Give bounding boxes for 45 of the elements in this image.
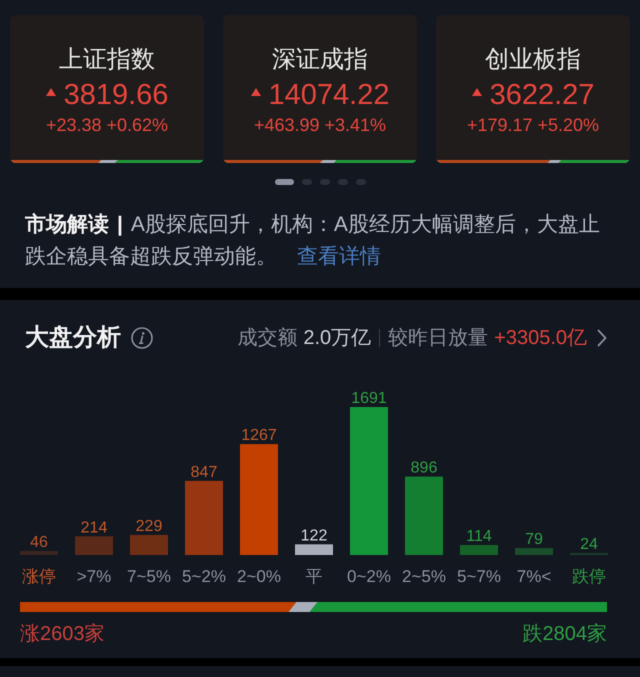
value-label: 1691 <box>351 390 387 407</box>
category-label: 0~2% <box>347 567 391 586</box>
market-commentary: 市场解读 | A股探底回升，机构：A股经历大幅调整后，大盘止跌企稳具备超跌反弹动能。 查看详情 <box>25 212 601 270</box>
value-label: 847 <box>190 464 218 481</box>
index-card[interactable]: 深证成指 14074.22 +463.99 +3.41% <box>223 15 417 163</box>
section-title: 大盘分析 <box>25 323 121 353</box>
value-label: 214 <box>80 519 108 536</box>
value-label: 24 <box>580 536 598 553</box>
index-change: +179.17 +5.20% <box>466 114 600 136</box>
category-label: 涨停 <box>22 567 56 586</box>
volume-label: 较昨日放量 <box>388 326 488 351</box>
turnover-value: 2.0万亿 <box>303 326 372 351</box>
info-icon[interactable] <box>131 327 153 349</box>
value-label: 229 <box>136 518 162 535</box>
index-value: 3622.27 <box>490 78 594 113</box>
value-label: 79 <box>525 531 543 548</box>
index-value: 14074.22 <box>268 78 390 113</box>
value-label: 896 <box>410 460 438 477</box>
index-card[interactable]: 上证指数 3819.66 +23.38 +0.62% <box>10 15 204 163</box>
turnover-label: 成交额 <box>237 326 298 351</box>
index-name: 上证指数 <box>59 45 155 75</box>
value-label: 114 <box>466 528 492 546</box>
category-label: >7% <box>76 567 112 586</box>
index-name: 深证成指 <box>272 45 368 75</box>
category-label: 平 <box>306 567 322 586</box>
value-label: 1267 <box>241 427 277 444</box>
chevron-right-icon[interactable] <box>597 329 607 347</box>
category-label: 2~5% <box>402 567 446 586</box>
falling-count: 跌2804家 <box>522 622 607 647</box>
value-label: 46 <box>30 534 48 551</box>
index-change: +23.38 +0.62% <box>46 114 168 136</box>
rising-count: 涨2603家 <box>20 622 104 647</box>
category-label: 5~2% <box>182 567 226 586</box>
category-label: 跌停 <box>572 567 606 586</box>
details-link[interactable]: 查看详情 <box>297 245 381 268</box>
category-label: 2~0% <box>237 567 281 586</box>
category-label: 5~7% <box>457 567 501 586</box>
value-label: 122 <box>300 527 328 544</box>
volume-change: +3305.0亿 <box>494 326 587 351</box>
index-change: +463.99 +3.41% <box>254 114 386 136</box>
index-card[interactable]: 创业板指 3622.27 +179.17 +5.20% <box>436 15 630 163</box>
category-label: 7%< <box>516 567 552 586</box>
index-name: 创业板指 <box>485 45 581 75</box>
index-value: 3819.66 <box>64 78 168 113</box>
category-label: 7~5% <box>127 567 171 586</box>
